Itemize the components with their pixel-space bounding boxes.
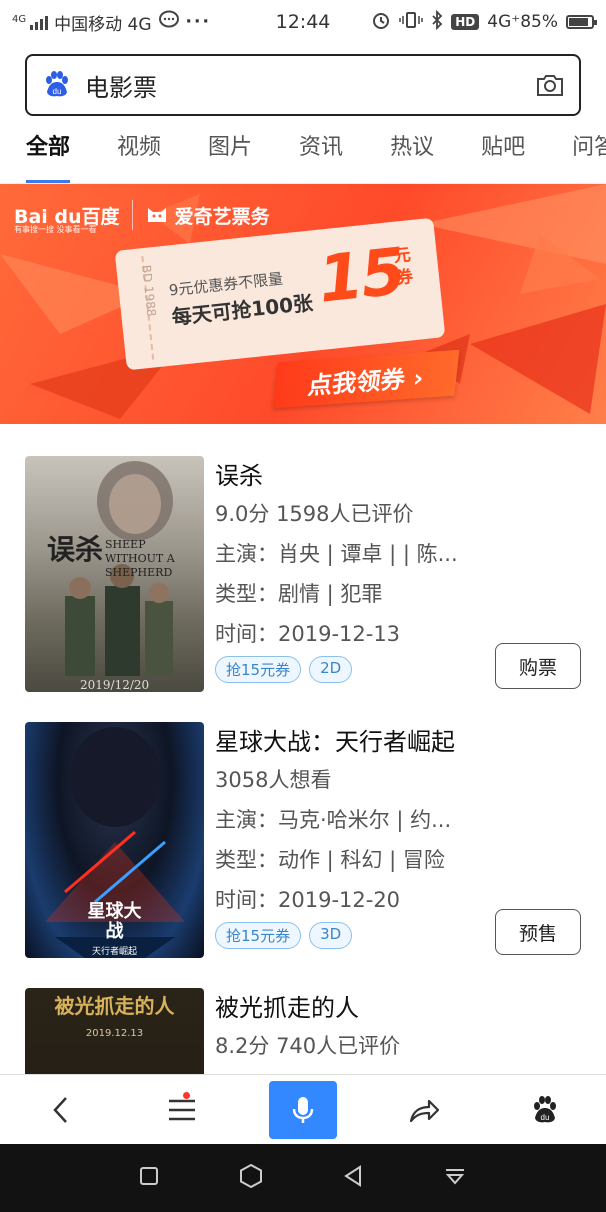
format-badge: 2D (309, 656, 353, 683)
home-hexagon-icon[interactable] (238, 1163, 264, 1193)
share-button[interactable] (364, 1075, 485, 1145)
camera-icon[interactable] (535, 72, 565, 98)
vibrate-icon (399, 11, 423, 34)
category-tabs: 全部 视频 图片 资讯 热议 贴吧 问答 (0, 122, 606, 184)
signal-icon: 4G (12, 14, 49, 30)
poster-title: 被光抓走的人 (54, 994, 175, 1018)
notification-pulldown-icon[interactable] (443, 1166, 467, 1190)
system-nav-bar (0, 1144, 606, 1212)
poster-subtitle: SHEEP WITHOUT A SHEPHERD (105, 538, 175, 579)
back-button[interactable] (0, 1075, 121, 1145)
format-badge: 3D (309, 922, 353, 949)
poster-title: 星球大战 (87, 901, 142, 942)
tab-video[interactable]: 视频 (91, 122, 161, 183)
status-bar: 4G 中国移动 4G ··· 12:44 HD 4G⁺85% (0, 0, 606, 44)
tab-tieba[interactable]: 贴吧 (455, 122, 525, 183)
movie-title[interactable]: 误杀 (215, 456, 263, 491)
poster-date: 2019/12/20 (80, 678, 150, 692)
movie-item[interactable]: 误杀 SHEEP WITHOUT A SHEPHERD 2019/12/20 误… (0, 456, 606, 722)
movie-title[interactable]: 被光抓走的人 (215, 988, 359, 1023)
bottom-toolbar: du (0, 1074, 606, 1144)
movie-poster[interactable]: 星球大战 天行者崛起 (25, 722, 204, 958)
iqiyi-tickets-label: 爱奇艺票务 (174, 205, 270, 228)
baidu-slogan: 有事搜一搜 没事看一看 (14, 225, 97, 234)
baidu-paw-icon[interactable]: du (41, 70, 71, 100)
svg-text:du: du (541, 1113, 550, 1122)
movie-cast: 主演：肖央 | 谭卓 | | 陈... (215, 542, 458, 566)
share-arrow-icon (410, 1099, 440, 1122)
alarm-icon (371, 10, 391, 35)
coupon-unit: 元券 (392, 245, 414, 289)
search-query[interactable]: 电影票 (85, 68, 535, 103)
menu-icon (168, 1099, 195, 1120)
movie-item[interactable]: 被光抓走的人 2019.12.13 被光抓走的人 8.2分 740人已评价 (0, 988, 606, 1074)
back-triangle-icon[interactable] (342, 1164, 364, 1192)
battery-label: 4G⁺85% (487, 12, 558, 32)
more-dots-icon: ··· (185, 12, 211, 32)
movie-date: 时间：2019-12-20 (215, 888, 401, 912)
iqiyi-cat-icon (147, 208, 166, 222)
tab-all[interactable]: 全部 (0, 122, 71, 183)
notification-dot (183, 1091, 191, 1099)
tab-images[interactable]: 图片 (182, 122, 252, 183)
buy-ticket-button[interactable]: 购票 (495, 643, 581, 689)
network-type-label: 4G (12, 14, 27, 25)
iqiyi-tickets-logo: 爱奇艺票务 (145, 202, 270, 229)
poster-title: 误杀 (47, 533, 104, 566)
movie-item[interactable]: 星球大战 天行者崛起 星球大战：天行者崛起 3058人想看 主演：马克·哈米尔 … (0, 722, 606, 988)
movie-genre: 类型：动作 | 科幻 | 冒险 (215, 848, 445, 872)
carrier-label: 中国移动 4G (54, 14, 152, 35)
movie-rating: 9.0分 1598人已评价 (215, 502, 414, 526)
coupon-badge: 抢15元券 (215, 922, 302, 949)
voice-search-button[interactable] (242, 1075, 363, 1145)
baidu-paw-icon: du (534, 1095, 557, 1122)
movie-cast: 主演：马克·哈米尔 | 约... (215, 808, 452, 832)
movie-wants: 3058人想看 (215, 768, 332, 792)
message-icon (158, 10, 180, 35)
svg-text:du: du (53, 87, 62, 96)
ticket-stub-text: BD 1988 (139, 264, 159, 318)
poster-date: 2019.12.13 (85, 1028, 144, 1039)
movie-date: 时间：2019-12-13 (215, 622, 401, 646)
microphone-icon (292, 1096, 314, 1123)
movie-poster[interactable]: 被光抓走的人 2019.12.13 (25, 988, 204, 1074)
movie-genre: 类型：剧情 | 犯罪 (215, 582, 383, 606)
bluetooth-icon (431, 9, 443, 35)
tab-qa[interactable]: 问答 (546, 122, 606, 183)
promo-banner[interactable]: Bai du百度 爱奇艺票务 有事搜一搜 没事看一看 BD 1988 9元优惠券… (0, 184, 606, 424)
coupon-badge: 抢15元券 (215, 656, 302, 683)
tab-news[interactable]: 资讯 (273, 122, 343, 183)
menu-button[interactable] (121, 1075, 242, 1145)
movie-poster[interactable]: 误杀 SHEEP WITHOUT A SHEPHERD 2019/12/20 (25, 456, 204, 692)
tab-hot-discuss[interactable]: 热议 (364, 122, 434, 183)
movie-rating: 8.2分 740人已评价 (215, 1034, 401, 1058)
battery-icon (566, 15, 597, 29)
hd-badge: HD (451, 14, 480, 30)
poster-subtitle: 天行者崛起 (91, 947, 137, 957)
baidu-home-button[interactable]: du (485, 1075, 606, 1145)
presale-button[interactable]: 预售 (495, 909, 581, 955)
movie-title[interactable]: 星球大战：天行者崛起 (215, 722, 455, 757)
recent-apps-icon[interactable] (139, 1166, 159, 1190)
search-box[interactable]: du 电影票 (25, 54, 581, 116)
back-arrow-icon (52, 1096, 67, 1123)
